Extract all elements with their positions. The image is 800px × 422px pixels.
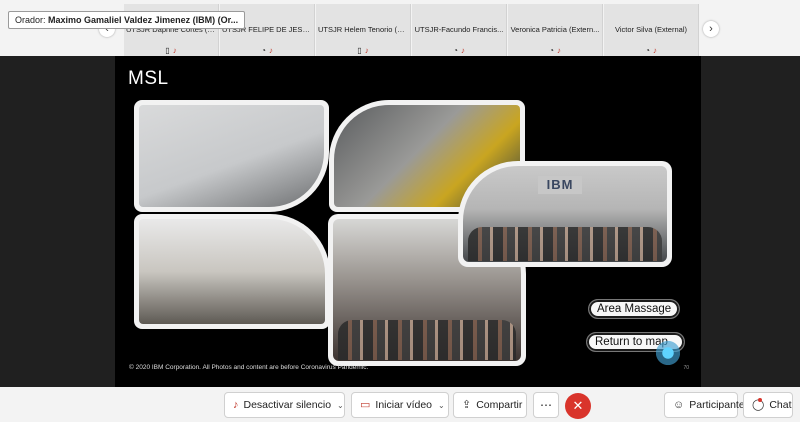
strip-next-button[interactable]: ›: [703, 21, 719, 37]
speaker-prefix: Orador:: [15, 15, 46, 25]
participant-tile[interactable]: Victor Silva (External) ◔ ♪: [604, 4, 699, 56]
unmute-label: Desactivar silencio: [243, 399, 332, 411]
headset-icon: ◔: [453, 46, 458, 55]
mic-muted-icon: ♪: [364, 46, 369, 55]
video-off-icon: ▯: [165, 46, 170, 55]
participant-name: Veronica Patricia (Extern...: [510, 25, 600, 34]
chevron-down-icon[interactable]: ⌄: [438, 401, 445, 410]
ibm-logo: IBM: [538, 176, 582, 194]
chat-button[interactable]: ◯ Chat: [743, 392, 793, 418]
speaker-name: Maximo Gamaliel Valdez Jimenez (IBM) (Or…: [48, 15, 239, 25]
mic-muted-icon: ♪: [233, 399, 239, 411]
participant-name: Victor Silva (External): [615, 25, 687, 34]
shared-screen-stage: MSL IBM Area Massage Return to map © 202…: [0, 56, 800, 387]
chat-notification-badge: [758, 398, 762, 402]
participants-button[interactable]: ☺ Participantes: [664, 392, 750, 418]
mic-muted-icon: ♪: [460, 46, 465, 55]
end-call-button[interactable]: ✕: [565, 393, 591, 419]
group-people: [338, 320, 516, 360]
mic-muted-icon: ♪: [556, 46, 561, 55]
start-video-button[interactable]: ▭ Iniciar vídeo ⌄: [351, 392, 449, 418]
chat-label: Chat: [769, 399, 792, 411]
pointer-highlight-icon: [654, 339, 682, 367]
area-massage-button[interactable]: Area Massage: [588, 299, 681, 319]
share-label: Compartir: [476, 399, 523, 411]
participant-tile[interactable]: UTSJR Helem Tenorio (E... ▯ ♪: [316, 4, 411, 56]
slide-copyright: © 2020 IBM Corporation. All Photos and c…: [129, 364, 369, 371]
participant-strip: Orador: Maximo Gamaliel Valdez Jimenez (…: [0, 0, 800, 56]
participant-name: UTSJR-Facundo Francis...: [414, 25, 504, 34]
active-speaker-label: Orador: Maximo Gamaliel Valdez Jimenez (…: [8, 11, 246, 29]
slide-title: MSL: [128, 68, 169, 89]
mic-muted-icon: ♪: [652, 46, 657, 55]
participant-tile[interactable]: Veronica Patricia (Extern... ◔ ♪: [508, 4, 603, 56]
group-people: [468, 227, 662, 261]
presentation-slide: MSL IBM Area Massage Return to map © 202…: [115, 56, 701, 387]
video-off-icon: ▯: [357, 46, 362, 55]
participants-label: Participantes: [689, 399, 750, 411]
participant-name: UTSJR Helem Tenorio (E...: [318, 25, 408, 34]
unmute-button[interactable]: ♪ Desactivar silencio ⌄: [224, 392, 345, 418]
start-video-label: Iniciar vídeo: [375, 399, 433, 411]
meeting-controls-bar: ♪ Desactivar silencio ⌄ ▭ Iniciar vídeo ⌄ ⇪ C…: [0, 387, 800, 422]
mic-muted-icon: ♪: [172, 46, 177, 55]
chevron-down-icon[interactable]: ⌄: [337, 401, 344, 410]
slide-page-number: 70: [683, 365, 689, 371]
photo-office-desks: [134, 214, 330, 329]
share-button[interactable]: ⇪ Compartir: [453, 392, 527, 418]
headset-icon: ◔: [261, 46, 266, 55]
more-options-button[interactable]: ⋯: [533, 392, 559, 418]
photo-team-whiteboard: [134, 100, 329, 212]
headset-icon: ◔: [645, 46, 650, 55]
share-icon: ⇪: [462, 399, 472, 411]
headset-icon: ◔: [549, 46, 554, 55]
photo-ibm-group: IBM: [458, 161, 672, 267]
person-icon: ☺: [673, 399, 685, 411]
participant-tile[interactable]: UTSJR-Facundo Francis... ◔ ♪: [412, 4, 507, 56]
video-off-icon: ▭: [360, 399, 371, 411]
mic-muted-icon: ♪: [268, 46, 273, 55]
